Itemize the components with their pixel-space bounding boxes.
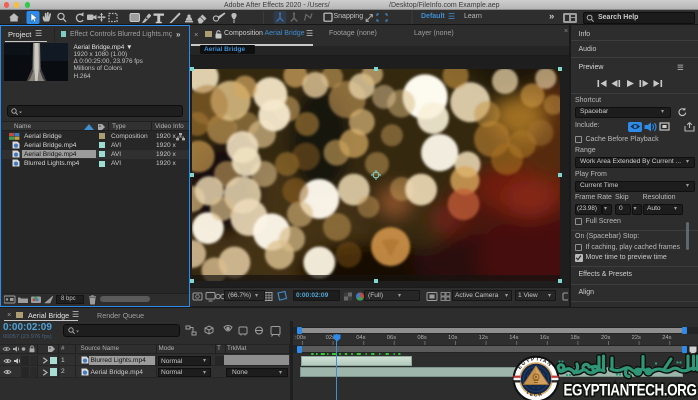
svg-text:EGYPTIANTECH.ORG: EGYPTIANTECH.ORG bbox=[564, 382, 697, 400]
